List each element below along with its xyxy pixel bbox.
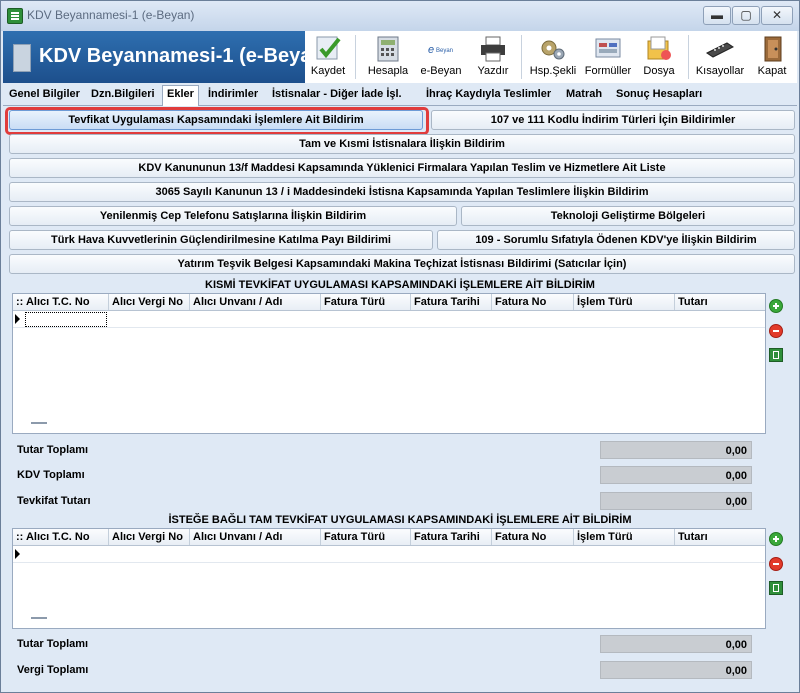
kanun-3065-button[interactable]: 3065 Sayılı Kanunun 13 / i Maddesindeki … xyxy=(9,182,795,202)
tutar-toplami-value: 0,00 xyxy=(600,441,752,459)
row-indicator-icon xyxy=(15,314,20,324)
tutar-toplami-label: Tutar Toplamı xyxy=(17,444,89,456)
calculate-button[interactable]: Hesapla xyxy=(365,31,411,83)
col-fatura-tarihi[interactable]: Fatura Tarihi xyxy=(411,529,492,545)
add-row-icon[interactable] xyxy=(769,532,783,546)
tab-genel-bilgiler[interactable]: Genel Bilgiler xyxy=(9,88,80,100)
excel-export-icon[interactable] xyxy=(769,348,783,362)
table-row[interactable] xyxy=(13,546,765,563)
table-row[interactable] xyxy=(13,311,765,328)
tevkifat-tutari-label: Tevkifat Tutarı xyxy=(17,495,91,507)
save-icon xyxy=(313,35,343,63)
remove-row-icon[interactable] xyxy=(769,324,783,338)
tevkifat-grid[interactable]: :: Alıcı T.C. No Alıcı Vergi No Alıcı Un… xyxy=(12,293,766,434)
tab-dzn-bilgileri[interactable]: Dzn.Bilgileri xyxy=(91,88,155,100)
tutar-toplami-2-label: Tutar Toplamı xyxy=(17,638,89,650)
grid-footer-bar xyxy=(31,617,47,619)
row-indicator-icon xyxy=(15,549,20,559)
col-alici-unvan[interactable]: Alıcı Unvanı / Adı xyxy=(190,529,321,545)
app-icon xyxy=(7,8,23,24)
col-islem-turu[interactable]: İşlem Türü xyxy=(574,529,675,545)
exit-door-icon xyxy=(757,35,787,63)
svg-text:e: e xyxy=(428,44,434,56)
col-islem-turu[interactable]: İşlem Türü xyxy=(574,294,675,310)
main-window: KDV Beyannamesi-1 (e-Beyan) ▬ ▢ ✕ KDV Be… xyxy=(0,0,800,693)
grid-header: :: Alıcı T.C. No Alıcı Vergi No Alıcı Un… xyxy=(13,529,765,546)
print-button[interactable]: Yazdır xyxy=(471,31,515,83)
document-icon xyxy=(13,44,31,72)
shortcuts-button[interactable]: Kısayollar xyxy=(693,31,747,83)
teknoloji-button[interactable]: Teknoloji Geliştirme Bölgeleri xyxy=(461,206,795,226)
gears-icon xyxy=(538,35,568,63)
folder-icon xyxy=(644,35,674,63)
keyboard-icon xyxy=(705,35,735,63)
maximize-button[interactable]: ▢ xyxy=(732,6,760,25)
col-alici-unvan[interactable]: Alıcı Unvanı / Adı xyxy=(190,294,321,310)
title-bar: KDV Beyannamesi-1 (e-Beyan) ▬ ▢ ✕ xyxy=(1,1,799,31)
active-cell[interactable] xyxy=(25,312,107,327)
hava-kuvvetleri-button[interactable]: Türk Hava Kuvvetlerinin Güçlendirilmesin… xyxy=(9,230,433,250)
window-title: KDV Beyannamesi-1 (e-Beyan) xyxy=(27,8,195,22)
grid-header: :: Alıcı T.C. No Alıcı Vergi No Alıcı Un… xyxy=(13,294,765,311)
header: KDV Beyannamesi-1 (e-Beyan) Kaydet Hesap… xyxy=(3,31,797,83)
kod-109-button[interactable]: 109 - Sorumlu Sıfatıyla Ödenen KDV'ye İl… xyxy=(437,230,795,250)
add-row-icon[interactable] xyxy=(769,299,783,313)
tevkifat-tutari-value: 0,00 xyxy=(600,492,752,510)
col-fatura-no[interactable]: Fatura No xyxy=(492,294,574,310)
col-tutari[interactable]: Tutarı xyxy=(675,294,765,310)
kdv-13f-button[interactable]: KDV Kanununun 13/f Maddesi Kapsamında Yü… xyxy=(9,158,795,178)
close-app-button[interactable]: Kapat xyxy=(751,31,793,83)
tutar-toplami-2-value: 0,00 xyxy=(600,635,752,653)
cep-telefonu-button[interactable]: Yenilenmiş Cep Telefonu Satışlarına İliş… xyxy=(9,206,457,226)
ebeyan-button[interactable]: e Beyan e-Beyan xyxy=(417,31,465,83)
col-alici-vergi[interactable]: Alıcı Vergi No xyxy=(109,294,190,310)
tab-matrah[interactable]: Matrah xyxy=(566,88,602,100)
calculator-icon xyxy=(373,35,403,63)
ebeyan-icon: e Beyan xyxy=(426,35,456,63)
tevkifat-button[interactable]: Tevfikat Uygulaması Kapsamındaki İşlemle… xyxy=(9,110,423,130)
yatirim-tesvik-button[interactable]: Yatırım Teşvik Belgesi Kapsamındaki Maki… xyxy=(9,254,795,274)
save-button[interactable]: Kaydet xyxy=(306,31,350,83)
formulas-button[interactable]: Formüller xyxy=(583,31,633,83)
col-fatura-turu[interactable]: Fatura Türü xyxy=(321,529,411,545)
section2-title: İSTEĞE BAĞLI TAM TEVKİFAT UYGULAMASI KAP… xyxy=(168,514,632,526)
tab-indirimler[interactable]: İndirimler xyxy=(208,88,258,100)
kodlu-indirim-button[interactable]: 107 ve 111 Kodlu İndirim Türleri İçin Bi… xyxy=(431,110,795,130)
ekler-panel: Tevfikat Uygulaması Kapsamındaki İşlemle… xyxy=(3,106,797,691)
tab-ekler[interactable]: Ekler xyxy=(162,85,199,108)
account-format-button[interactable]: Hsp.Şekli xyxy=(527,31,579,83)
brand-banner: KDV Beyannamesi-1 (e-Beyan) xyxy=(3,31,305,83)
col-alici-tc[interactable]: :: Alıcı T.C. No xyxy=(13,294,109,310)
printer-icon xyxy=(478,35,508,63)
file-button[interactable]: Dosya xyxy=(637,31,681,83)
tam-tevkifat-grid[interactable]: :: Alıcı T.C. No Alıcı Vergi No Alıcı Un… xyxy=(12,528,766,629)
svg-text:Beyan: Beyan xyxy=(436,48,453,54)
minimize-button[interactable]: ▬ xyxy=(703,6,731,25)
remove-row-icon[interactable] xyxy=(769,557,783,571)
brand-title: KDV Beyannamesi-1 (e-Beyan) xyxy=(39,45,305,67)
vergi-toplami-label: Vergi Toplamı xyxy=(17,664,89,676)
tab-istisnalar[interactable]: İstisnalar - Diğer İade İşl. xyxy=(272,88,402,100)
tab-ihrac-kaydiyla[interactable]: İhraç Kaydıyla Teslimler xyxy=(426,88,551,100)
col-alici-tc[interactable]: :: Alıcı T.C. No xyxy=(13,529,109,545)
tam-kismi-istisna-button[interactable]: Tam ve Kısmi İstisnalara İlişkin Bildiri… xyxy=(9,134,795,154)
formula-icon xyxy=(593,35,623,63)
grid-footer-bar xyxy=(31,422,47,424)
col-fatura-no[interactable]: Fatura No xyxy=(492,529,574,545)
section1-title: KISMİ TEVKİFAT UYGULAMASI KAPSAMINDAKİ İ… xyxy=(205,279,595,291)
close-button[interactable]: ✕ xyxy=(761,6,793,25)
col-fatura-tarihi[interactable]: Fatura Tarihi xyxy=(411,294,492,310)
kdv-toplami-label: KDV Toplamı xyxy=(17,469,85,481)
tab-strip: Genel Bilgiler Dzn.Bilgileri Ekler İndir… xyxy=(3,85,797,108)
kdv-toplami-value: 0,00 xyxy=(600,466,752,484)
vergi-toplami-value: 0,00 xyxy=(600,661,752,679)
col-alici-vergi[interactable]: Alıcı Vergi No xyxy=(109,529,190,545)
tab-sonuc-hesaplari[interactable]: Sonuç Hesapları xyxy=(616,88,702,100)
col-fatura-turu[interactable]: Fatura Türü xyxy=(321,294,411,310)
excel-export-icon[interactable] xyxy=(769,581,783,595)
col-tutari[interactable]: Tutarı xyxy=(675,529,765,545)
